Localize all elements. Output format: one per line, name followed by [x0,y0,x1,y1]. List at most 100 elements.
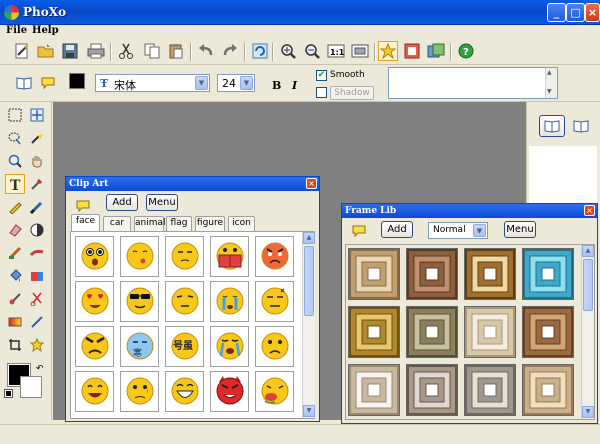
clipart-item-sad-teary[interactable] [120,371,159,412]
frame-item-beige-lace[interactable] [464,306,516,358]
clipart-item-squint[interactable] [165,281,204,322]
chevron-down-icon[interactable]: ▼ [195,76,208,90]
hand-icon[interactable] [27,151,47,171]
default-colors-icon[interactable] [4,389,13,398]
dock-book-icon[interactable] [539,115,565,137]
clipart-item-blowing[interactable] [120,236,159,277]
scroll-thumb[interactable] [304,246,314,316]
clipart-scrollbar[interactable]: ▲ ▼ [302,232,315,418]
clipart-item-happy-grin[interactable] [75,371,114,412]
tab-flag[interactable]: flag [166,216,192,231]
rect-select-icon[interactable] [5,105,25,125]
brush-icon[interactable] [27,197,47,217]
tab-animal[interactable]: animal [134,216,166,231]
framelib-close-button[interactable]: × [584,205,595,216]
crop-icon[interactable] [5,335,25,355]
chevron-down-icon[interactable]: ▼ [240,76,253,90]
swap-colors-icon[interactable]: ↶ [36,364,44,374]
font-size-select[interactable]: 24 ▼ [217,74,255,92]
framelib-menu-button[interactable]: Menu [504,221,536,238]
dock-book2-icon[interactable] [571,116,591,136]
smudge-icon[interactable] [27,243,47,263]
contrast-icon[interactable] [27,220,47,240]
clipart-item-frozen-cold[interactable]: 寒 [120,326,159,367]
close-button[interactable]: × [585,3,600,22]
replace-color-icon[interactable] [27,266,47,286]
frame-item-brown-wood[interactable] [406,248,458,300]
new-file-icon[interactable] [12,41,32,61]
clipart-item-laughing[interactable] [165,371,204,412]
paint-bucket-icon[interactable] [5,266,25,286]
undo-icon[interactable] [196,41,216,61]
tab-face[interactable]: face [71,214,100,231]
clipart-item-crying-blue[interactable] [210,281,249,322]
frame-item-sand-beige[interactable] [522,364,574,416]
clipart-item-cool-sunglasses[interactable] [120,281,159,322]
picture-icon[interactable] [426,41,446,61]
clipart-item-sad[interactable] [255,326,294,367]
blend-mode-select[interactable]: Normal ▼ [428,222,488,239]
italic-button[interactable]: I [292,79,297,92]
maximize-button[interactable]: □ [566,3,585,22]
star-shape-icon[interactable] [27,335,47,355]
scroll-down-icon[interactable]: ▼ [582,406,594,418]
text-input-scrollbar[interactable]: ▲ ▼ [545,68,557,98]
frame-item-tan-classic[interactable] [348,248,400,300]
scroll-up-icon[interactable]: ▲ [303,232,315,244]
framelib-scrollbar[interactable]: ▲ ▼ [581,245,594,419]
zoom-out-icon[interactable] [302,41,322,61]
smooth-checkbox[interactable]: ✔ [316,70,327,81]
scroll-thumb[interactable] [583,259,593,311]
chevron-down-icon[interactable]: ▼ [473,224,486,237]
frame-item-sepia-fade[interactable] [348,364,400,416]
actual-size-icon[interactable]: 1:1 [326,41,346,61]
copy-icon[interactable] [142,41,162,61]
pencil-icon[interactable] [5,197,25,217]
line-icon[interactable] [27,312,47,332]
frame-item-taupe-marble[interactable] [406,364,458,416]
clipart-item-dizzy-characters[interactable]: 号虽 [165,326,204,367]
tab-car[interactable]: car [103,216,131,231]
tab-figure[interactable]: figure [195,216,225,231]
scroll-up-icon[interactable]: ▲ [582,245,594,257]
book-icon[interactable] [14,73,34,93]
clipart-item-evil-frown[interactable] [75,326,114,367]
save-icon[interactable] [60,41,80,61]
clipart-item-sleepy[interactable] [165,236,204,277]
clipart-item-book-reading[interactable] [210,236,249,277]
clipart-item-sobbing[interactable] [210,326,249,367]
bold-button[interactable]: B [272,79,281,92]
zoom-in-icon[interactable] [278,41,298,61]
clipart-add-button[interactable]: Add [106,194,138,211]
clipart-item-puking[interactable] [255,371,294,412]
clipart-item-heart-eyes[interactable] [75,281,114,322]
eraser-icon[interactable] [5,220,25,240]
frame-icon[interactable] [402,41,422,61]
move-icon[interactable] [27,105,47,125]
minimize-button[interactable]: _ [547,3,566,22]
clipart-item-devil-red[interactable] [210,371,249,412]
gradient-icon[interactable] [5,312,25,332]
open-folder-icon[interactable] [36,41,56,61]
shadow-button[interactable]: Shadow [330,86,374,100]
frame-item-gold-pyramid[interactable] [464,248,516,300]
clipart-item-annoyed[interactable] [255,281,294,322]
menu-file[interactable]: File [6,25,27,36]
scissors-icon[interactable] [27,289,47,309]
menu-help[interactable]: Help [32,25,59,36]
tab-icon[interactable]: icon [228,216,255,231]
redo-icon[interactable] [220,41,240,61]
eyedropper-icon[interactable] [27,174,47,194]
help-icon[interactable]: ? [456,41,476,61]
clipart-close-button[interactable]: × [306,178,317,189]
clipart-star-icon[interactable] [378,41,398,61]
clipart-bubble-icon[interactable] [73,196,93,216]
lasso-select-icon[interactable] [5,128,25,148]
shadow-checkbox[interactable] [316,87,327,98]
print-icon[interactable] [86,41,106,61]
framelib-add-button[interactable]: Add [381,221,413,238]
selection-brush-icon[interactable] [5,289,25,309]
clipart-item-angry-red[interactable] [255,236,294,277]
clipart-item-shocked[interactable] [75,236,114,277]
frame-item-grey-gold[interactable] [464,364,516,416]
